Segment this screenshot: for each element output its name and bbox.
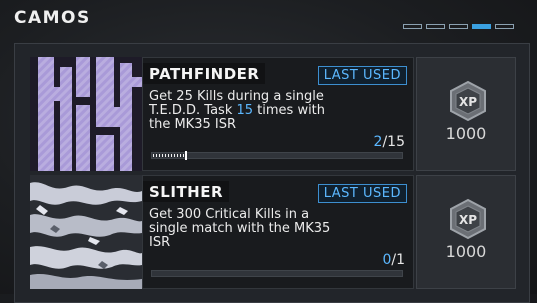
camo-info: PATHFINDER LAST USED Get 25 Kills during… — [142, 57, 414, 171]
progress-marker — [185, 151, 187, 160]
camo-info: SLITHER LAST USED Get 300 Critical Kills… — [142, 175, 414, 289]
page-dot-2[interactable] — [426, 24, 445, 29]
xp-value: 1000 — [445, 124, 487, 143]
progress-count: 2/15 — [373, 134, 405, 150]
xp-value: 1000 — [445, 242, 487, 261]
progress-bar — [151, 151, 403, 160]
progress-count: 0/1 — [382, 252, 405, 268]
camo-name: PATHFINDER — [143, 63, 266, 84]
progress-bar — [151, 270, 403, 277]
progress-fill — [153, 154, 186, 157]
last-used-badge: LAST USED — [317, 66, 407, 85]
xp-reward: XP 1000 — [416, 57, 516, 171]
xp-reward: XP 1000 — [416, 175, 516, 289]
camo-card-pathfinder[interactable]: PATHFINDER LAST USED Get 25 Kills during… — [30, 57, 516, 171]
page-dot-3[interactable] — [449, 24, 468, 29]
xp-hexagon-icon: XP — [450, 198, 486, 240]
camo-challenge-description: Get 300 Critical Kills in a single match… — [149, 207, 331, 250]
svg-text:XP: XP — [459, 213, 477, 227]
last-used-badge: LAST USED — [317, 184, 407, 203]
page-indicator — [403, 24, 514, 29]
xp-hexagon-icon: XP — [450, 80, 486, 122]
page-dot-4[interactable] — [472, 24, 491, 29]
camo-swatch-slither — [30, 175, 142, 289]
page-dot-1[interactable] — [403, 24, 422, 29]
camo-name: SLITHER — [143, 181, 230, 202]
camo-challenge-description: Get 25 Kills during a single T.E.D.D. Ta… — [149, 89, 326, 132]
svg-text:XP: XP — [459, 95, 477, 109]
camo-swatch-pathfinder — [30, 57, 142, 171]
page-dot-5[interactable] — [495, 24, 514, 29]
page-title: CAMOS — [14, 8, 91, 28]
camo-card-slither[interactable]: SLITHER LAST USED Get 300 Critical Kills… — [30, 175, 516, 289]
